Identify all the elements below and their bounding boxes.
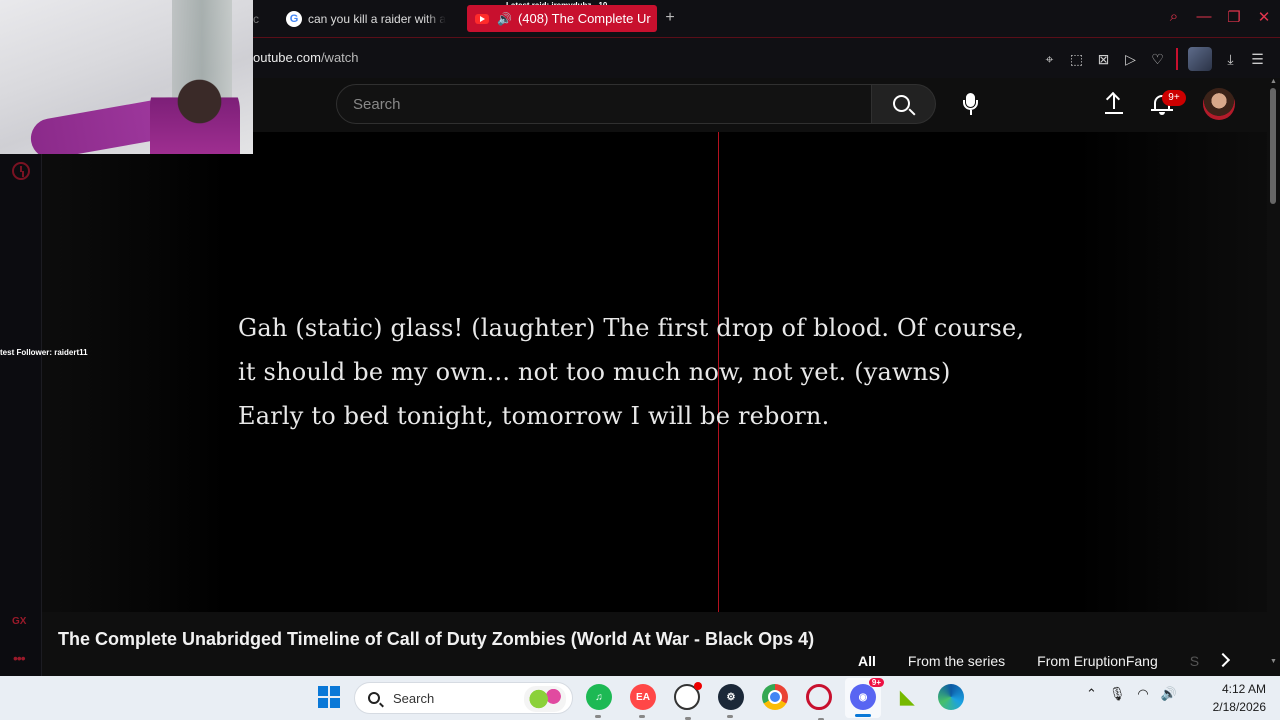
volume-icon[interactable]: 🔊 — [1161, 686, 1177, 702]
chrome-icon[interactable] — [762, 684, 788, 710]
tab-youtube-label: (408) The Complete Ur — [517, 11, 651, 26]
chip-from-channel[interactable]: From EruptionFang — [1023, 648, 1172, 674]
chevron-right-icon[interactable] — [1216, 652, 1232, 668]
search-button[interactable] — [872, 84, 936, 124]
gx-sidebar: GX ••• — [0, 78, 42, 676]
chip-from-series[interactable]: From the series — [894, 648, 1019, 674]
taskbar-clock[interactable]: 4:12 AM 2/18/2026 — [1196, 680, 1266, 716]
video-caption: Gah (static) glass! (laughter) The first… — [238, 306, 1098, 438]
pin-icon[interactable]: ⌖ — [1041, 51, 1058, 68]
divider — [1176, 48, 1178, 70]
google-icon: G — [286, 11, 302, 27]
chevron-up-icon[interactable]: ⌃ — [1086, 686, 1097, 702]
upload-icon — [1113, 95, 1115, 109]
play-icon[interactable]: ▷ — [1122, 51, 1139, 68]
ea-app-icon[interactable]: EA — [630, 684, 656, 718]
scroll-down-icon[interactable]: ▼ — [1270, 658, 1277, 665]
taskbar-search-label: Search — [393, 691, 435, 706]
speaker-icon[interactable]: 🔊 — [497, 12, 512, 26]
tab-youtube-active[interactable]: 🔊 (408) The Complete Ur — [467, 5, 657, 32]
new-tab-button[interactable]: + — [662, 8, 678, 28]
gx-control-button[interactable]: GX — [12, 616, 26, 627]
url-path: /watch — [320, 50, 359, 65]
search-highlight-icon — [524, 686, 566, 712]
tab-partial-label: c — [253, 12, 259, 26]
follower-overlay: test Follower: raidert11 — [0, 348, 88, 357]
heart-icon[interactable]: ♡ — [1149, 51, 1166, 68]
profile-icon[interactable] — [1188, 47, 1212, 71]
window-controls: ⌕ — ❐ ✕ — [1166, 8, 1272, 26]
search-icon — [368, 692, 380, 704]
windows-taskbar: Search ♫ EA ⚙ ◉ 9+ ◣ ⌃ 🎙 ◠ 🔊 4:12 AM 2/18… — [0, 676, 1280, 720]
caption-line: it should be my own... not too much now,… — [238, 358, 951, 386]
opera-gx-icon[interactable] — [806, 684, 832, 720]
spotify-icon[interactable]: ♫ — [586, 684, 612, 718]
screen: Latest raid: jremydubz - 10 c G can you … — [0, 0, 1280, 720]
caption-line: Early to bed tonight, tomorrow I will be… — [238, 402, 830, 430]
minimize-button[interactable]: — — [1196, 8, 1212, 26]
search-tabs-icon[interactable]: ⌕ — [1166, 8, 1182, 26]
url-field[interactable]: outube.com/watch — [253, 50, 359, 65]
scrollbar-thumb[interactable] — [1270, 88, 1276, 204]
more-icon[interactable]: ••• — [13, 650, 26, 666]
tab-partial[interactable]: c — [253, 6, 265, 32]
clock-date: 2/18/2026 — [1212, 700, 1266, 714]
url-domain: outube.com — [253, 50, 321, 65]
block-icon[interactable]: ⊠ — [1095, 51, 1112, 68]
related-chips: All From the series From EruptionFang S — [844, 648, 1217, 674]
system-tray: ⌃ 🎙 ◠ 🔊 — [1086, 686, 1177, 702]
voice-search-button[interactable] — [951, 84, 991, 124]
scroll-up-icon[interactable]: ▲ — [1270, 78, 1277, 85]
discord-badge: 9+ — [868, 678, 884, 687]
video-details: The Complete Unabridged Timeline of Call… — [42, 612, 1267, 676]
mic-icon[interactable]: 🎙 — [1109, 686, 1126, 702]
maximize-button[interactable]: ❐ — [1226, 8, 1242, 26]
search-placeholder: Search — [353, 96, 401, 113]
search-input[interactable]: Search — [336, 84, 872, 124]
search-icon — [893, 95, 910, 112]
avatar[interactable] — [1203, 88, 1235, 120]
close-button[interactable]: ✕ — [1256, 8, 1272, 26]
clock-time: 4:12 AM — [1221, 682, 1266, 696]
page-scrollbar[interactable]: ▲ ▼ — [1267, 78, 1280, 676]
edge-icon[interactable] — [938, 684, 964, 710]
webcam-overlay — [0, 0, 253, 154]
taskbar-search[interactable]: Search — [354, 682, 573, 714]
create-button[interactable] — [1102, 92, 1126, 116]
caption-line: Gah (static) glass! (laughter) The first… — [238, 314, 1025, 342]
obs-icon[interactable] — [674, 682, 702, 720]
windows-start-button[interactable] — [318, 686, 340, 708]
history-icon[interactable] — [12, 162, 30, 180]
chip-partial[interactable]: S — [1176, 648, 1213, 674]
menu-icon[interactable]: ☰ — [1249, 51, 1266, 68]
video-title: The Complete Unabridged Timeline of Call… — [58, 629, 815, 649]
address-bar-actions: ⌖ ⬚ ⊠ ▷ ♡ ⤓ ☰ — [1041, 47, 1266, 71]
youtube-icon — [475, 13, 489, 24]
wifi-icon[interactable]: ◠ — [1137, 686, 1148, 702]
download-icon[interactable]: ⤓ — [1222, 51, 1239, 68]
nvidia-icon[interactable]: ◣ — [894, 684, 920, 710]
steam-icon[interactable]: ⚙ — [718, 684, 744, 718]
discord-icon[interactable]: ◉ 9+ — [850, 678, 884, 710]
video-player[interactable]: Gah (static) glass! (laughter) The first… — [42, 132, 1267, 612]
notification-badge: 9+ — [1162, 90, 1186, 106]
tab-google-label: can you kill a raider with a — [308, 12, 447, 26]
tab-google-search[interactable]: G can you kill a raider with a — [282, 6, 454, 32]
chip-all[interactable]: All — [844, 648, 890, 674]
snapshot-icon[interactable]: ⬚ — [1068, 51, 1085, 68]
